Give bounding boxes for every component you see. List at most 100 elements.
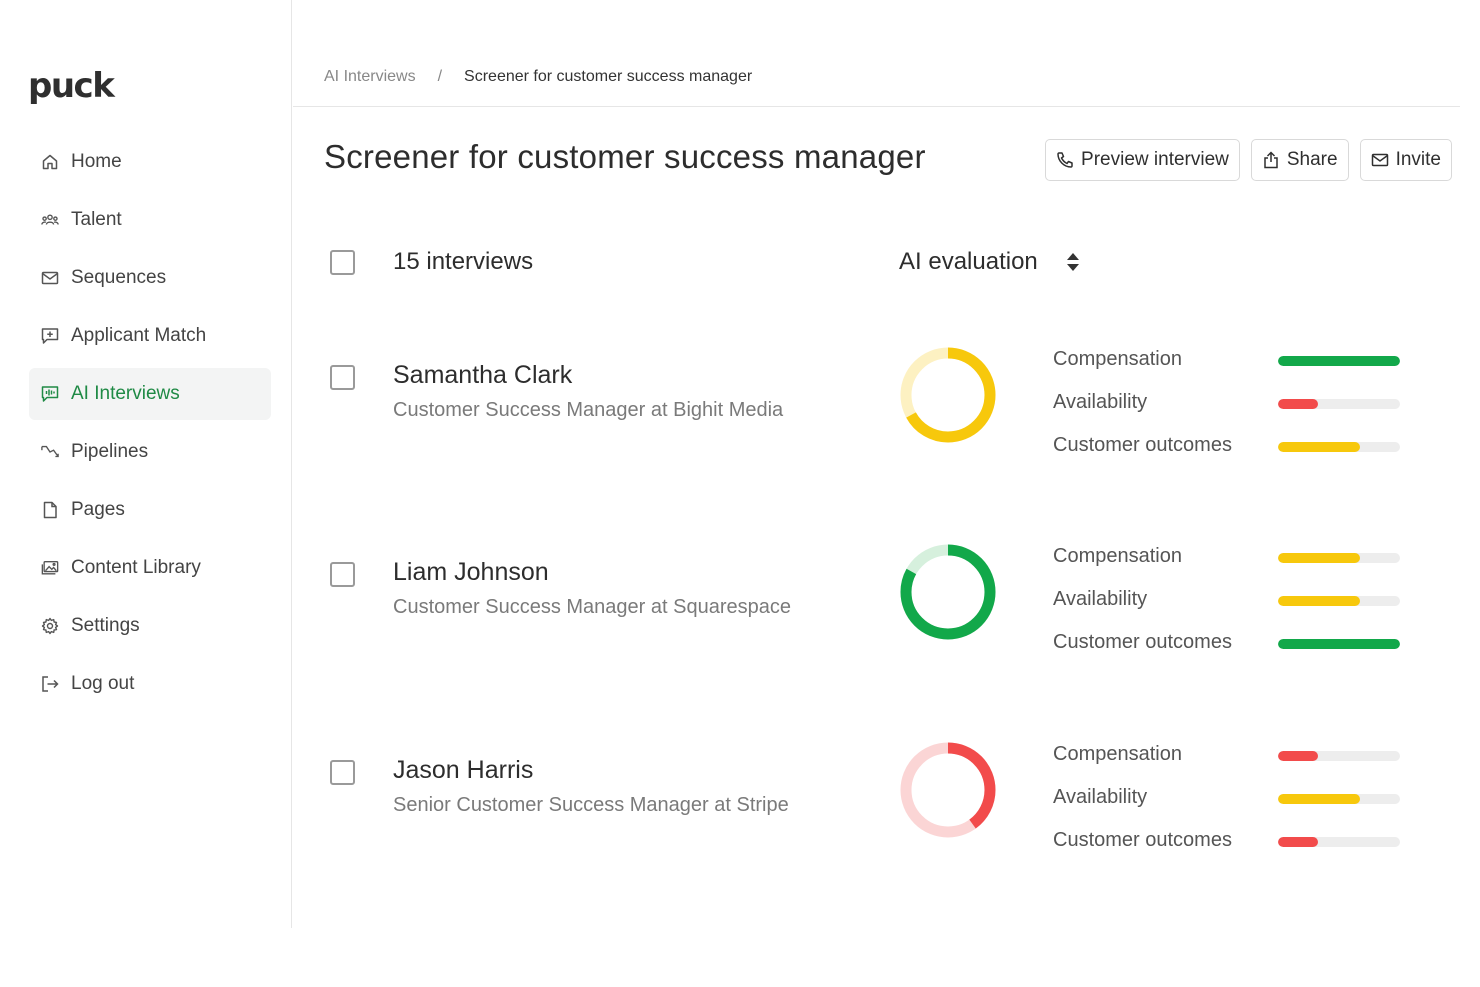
image-library-icon	[41, 559, 59, 577]
select-all-checkbox[interactable]	[330, 250, 355, 275]
sidebar-item-sequences[interactable]: Sequences	[29, 252, 271, 304]
sidebar-item-label: Applicant Match	[71, 325, 207, 346]
metric-label: Availability	[1053, 391, 1148, 413]
header-divider	[293, 106, 1460, 107]
sidebar-item-settings[interactable]: Settings	[29, 600, 271, 652]
preview-interview-label: Preview interview	[1081, 149, 1229, 170]
phone-icon	[1056, 151, 1074, 169]
metric-bar	[1278, 553, 1400, 563]
metric-label: Customer outcomes	[1053, 631, 1232, 653]
sidebar-item-home[interactable]: Home	[29, 136, 271, 188]
sidebar-item-content-library[interactable]: Content Library	[29, 542, 271, 594]
row-checkbox[interactable]	[330, 562, 355, 587]
candidate-role: Customer Success Manager at Squarespace	[393, 596, 791, 618]
metric-bar	[1278, 794, 1400, 804]
invite-button[interactable]: Invite	[1359, 139, 1452, 181]
metric-customer-outcomes: Customer outcomes	[1053, 825, 1413, 868]
sidebar-item-label: Settings	[71, 615, 140, 636]
metric-label: Compensation	[1053, 743, 1182, 765]
candidate-row[interactable]: Liam Johnson Customer Success Manager at…	[293, 544, 1460, 708]
candidate-name[interactable]: Samantha Clark	[393, 361, 572, 390]
sidebar-item-pipelines[interactable]: Pipelines	[29, 426, 271, 478]
main-content: AI Interviews / Screener for customer su…	[293, 0, 1460, 987]
evaluation-metrics: Compensation Availability Customer outco…	[1053, 344, 1413, 473]
metric-label: Customer outcomes	[1053, 829, 1232, 851]
sidebar-item-label: Sequences	[71, 267, 167, 288]
mail-icon	[41, 269, 59, 287]
metric-bar-fill	[1278, 751, 1319, 761]
mail-icon	[1371, 151, 1389, 169]
metric-availability: Availability	[1053, 387, 1413, 430]
page-icon	[41, 501, 59, 519]
metric-label: Compensation	[1053, 545, 1182, 567]
candidate-name[interactable]: Liam Johnson	[393, 558, 549, 587]
metric-label: Availability	[1053, 588, 1148, 610]
sidebar-item-pages[interactable]: Pages	[29, 484, 271, 536]
metric-availability: Availability	[1053, 782, 1413, 825]
invite-label: Invite	[1395, 149, 1441, 170]
sidebar-item-label: AI Interviews	[71, 383, 180, 404]
candidate-row[interactable]: Samantha Clark Customer Success Manager …	[293, 347, 1460, 511]
header-actions: Preview interview Share Invite	[1045, 139, 1452, 181]
evaluation-metrics: Compensation Availability Customer outco…	[1053, 541, 1413, 670]
sidebar-item-applicant-match[interactable]: Applicant Match	[29, 310, 271, 362]
sidebar-item-talent[interactable]: Talent	[29, 194, 271, 246]
metric-bar-fill	[1278, 837, 1319, 847]
metric-bar-fill	[1278, 794, 1360, 804]
ai-evaluation-column-header[interactable]: AI evaluation	[899, 248, 1038, 276]
candidate-role: Customer Success Manager at Bighit Media	[393, 399, 784, 421]
sidebar-item-label: Pipelines	[71, 441, 149, 462]
candidate-role: Senior Customer Success Manager at Strip…	[393, 794, 789, 816]
interview-count: 15 interviews	[393, 248, 534, 275]
candidate-row[interactable]: Jason Harris Senior Customer Success Man…	[293, 742, 1460, 906]
row-checkbox[interactable]	[330, 760, 355, 785]
metric-label: Compensation	[1053, 348, 1182, 370]
metric-bar-fill	[1278, 442, 1360, 452]
sort-icon[interactable]	[1065, 250, 1081, 274]
sidebar-item-label: Pages	[71, 499, 125, 520]
people-icon	[41, 211, 59, 229]
logout-icon	[41, 675, 59, 693]
evaluation-metrics: Compensation Availability Customer outco…	[1053, 739, 1413, 868]
sidebar-item-label: Log out	[71, 673, 135, 694]
metric-customer-outcomes: Customer outcomes	[1053, 627, 1413, 670]
metric-bar	[1278, 356, 1400, 366]
breadcrumb: AI Interviews / Screener for customer su…	[324, 68, 752, 86]
score-donut	[900, 347, 996, 443]
sidebar-item-log-out[interactable]: Log out	[29, 658, 271, 710]
metric-bar	[1278, 639, 1400, 649]
metric-label: Availability	[1053, 786, 1148, 808]
breadcrumb-separator: /	[437, 68, 443, 85]
row-checkbox[interactable]	[330, 365, 355, 390]
metric-bar	[1278, 596, 1400, 606]
puck-logo[interactable]: puck	[28, 66, 115, 106]
metric-bar	[1278, 442, 1400, 452]
pipeline-icon	[41, 443, 59, 461]
metric-availability: Availability	[1053, 584, 1413, 627]
preview-interview-button[interactable]: Preview interview	[1045, 139, 1240, 181]
candidate-name[interactable]: Jason Harris	[393, 756, 533, 785]
waveform-chat-icon	[41, 385, 59, 403]
metric-bar-fill	[1278, 596, 1360, 606]
sidebar-item-ai-interviews[interactable]: AI Interviews	[29, 368, 271, 420]
metric-compensation: Compensation	[1053, 344, 1413, 387]
metric-compensation: Compensation	[1053, 541, 1413, 584]
metric-compensation: Compensation	[1053, 739, 1413, 782]
share-label: Share	[1286, 149, 1338, 170]
home-icon	[41, 153, 59, 171]
metric-bar-fill	[1278, 639, 1400, 649]
share-icon	[1262, 151, 1280, 169]
gear-icon	[41, 617, 59, 635]
sidebar-item-label: Talent	[71, 209, 122, 230]
metric-bar	[1278, 837, 1400, 847]
metric-bar	[1278, 751, 1400, 761]
metric-bar-fill	[1278, 553, 1360, 563]
metric-label: Customer outcomes	[1053, 434, 1232, 456]
breadcrumb-link-ai-interviews[interactable]: AI Interviews	[324, 68, 416, 86]
metric-bar-fill	[1278, 399, 1319, 409]
sidebar: puck Home Talent Sequences Applicant Mat…	[0, 0, 292, 928]
share-button[interactable]: Share	[1250, 139, 1349, 181]
sidebar-nav: Home Talent Sequences Applicant Match AI…	[29, 136, 271, 716]
sidebar-item-label: Content Library	[71, 557, 201, 578]
list-header: 15 interviews AI evaluation	[293, 236, 1460, 290]
